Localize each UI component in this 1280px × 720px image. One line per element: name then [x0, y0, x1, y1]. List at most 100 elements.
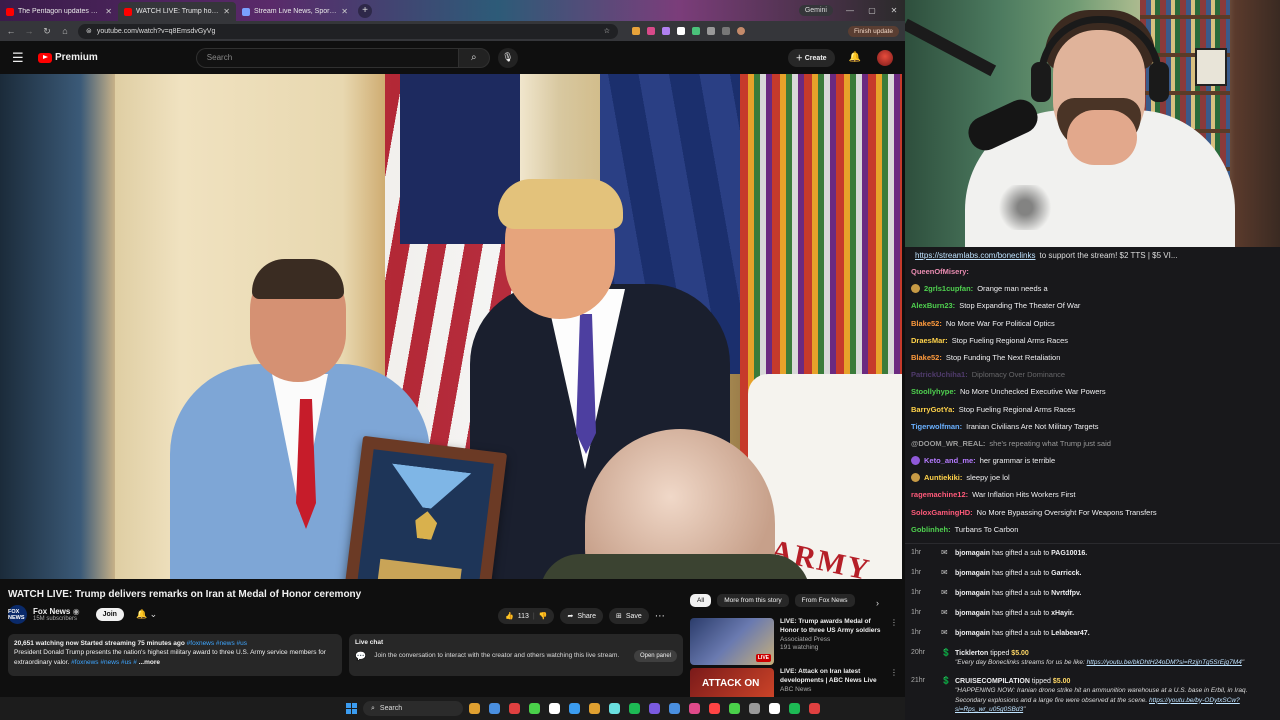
chat-username[interactable]: Blake52:	[911, 315, 942, 332]
taskbar-app-icon[interactable]	[609, 703, 620, 714]
chat-username[interactable]: SoloxGamingHD:	[911, 504, 973, 521]
notification-bell-icon[interactable]: 🔔 ⌄	[136, 609, 157, 620]
taskbar-app-icon[interactable]	[509, 703, 520, 714]
url-field[interactable]: ⊜ youtube.com/watch?v=q8EmsdvGyVg ☆	[78, 23, 618, 39]
event-user[interactable]: bjomagain	[955, 570, 990, 577]
taskbar-app-icon[interactable]	[589, 703, 600, 714]
taskbar-app-icon[interactable]	[469, 703, 480, 714]
chip-more-from-story[interactable]: More from this story	[717, 594, 789, 607]
back-icon[interactable]: ←	[6, 26, 16, 36]
taskbar-app-icon[interactable]	[569, 703, 580, 714]
voice-search-button[interactable]: 🎙	[497, 47, 518, 68]
taskbar-app-icon[interactable]	[669, 703, 680, 714]
recommendation-channel[interactable]: Associated Press	[780, 636, 884, 645]
chat-username[interactable]: @DOOM_WR_REAL:	[911, 435, 985, 452]
forward-icon[interactable]: →	[24, 26, 34, 36]
video-description[interactable]: 20,651 watching now Started streaming 75…	[8, 634, 342, 676]
extension-icon[interactable]	[692, 27, 700, 35]
more-options-icon[interactable]: ⋮	[890, 668, 898, 697]
tip-link[interactable]: https://youtu.be/bkDhtH24oDM?si=RzjjnTg5…	[1087, 659, 1242, 666]
sidepanel-icon[interactable]	[722, 27, 730, 35]
home-icon[interactable]: ⌂	[60, 26, 70, 36]
chat-username[interactable]: Goblinheh:	[911, 521, 951, 538]
recommendation-thumbnail[interactable]: ATTACK ON	[690, 668, 774, 697]
close-tab-icon[interactable]: ✕	[341, 7, 348, 16]
chat-username[interactable]: Tigerwolfman:	[911, 418, 962, 435]
taskbar-search[interactable]: ⌕ Search	[363, 701, 463, 716]
join-button[interactable]: Join	[95, 608, 124, 621]
event-user[interactable]: Ticklerton	[955, 650, 988, 657]
chat-username[interactable]: QueenOfMisery:	[911, 263, 969, 280]
browser-tab-3[interactable]: Stream Live News, Sports, ... ✕	[236, 2, 354, 21]
chat-username[interactable]: Blake52:	[911, 349, 942, 366]
extension-icon[interactable]	[677, 27, 685, 35]
chat-username[interactable]: 2grls1cupfan:	[924, 280, 973, 297]
more-actions-icon[interactable]: ⋯	[655, 611, 665, 622]
maximize-button[interactable]: ▢	[861, 6, 883, 15]
finish-update-button[interactable]: Finish update	[847, 25, 899, 37]
chat-username[interactable]: BarryGotYa:	[911, 401, 955, 418]
chat-username[interactable]: AlexBurn23:	[911, 297, 955, 314]
search-input[interactable]: Search	[195, 47, 458, 68]
taskbar-app-icon[interactable]	[529, 703, 540, 714]
chip-from-fox-news[interactable]: From Fox News	[794, 594, 855, 607]
recommendation-item[interactable]: ATTACK ON LIVE: Attack on Iran latest de…	[690, 668, 898, 697]
event-target[interactable]: PAG10016.	[1051, 550, 1087, 557]
close-tab-icon[interactable]: ✕	[105, 7, 112, 16]
recommendation-title[interactable]: LIVE: Trump awards Medal of Honor to thr…	[780, 618, 884, 636]
chat-username[interactable]: PatrickUchiha1:	[911, 366, 968, 383]
close-window-button[interactable]: ✕	[883, 6, 905, 15]
taskbar-app-icon[interactable]	[649, 703, 660, 714]
recommendation-channel[interactable]: ABC News	[780, 686, 884, 695]
channel-name[interactable]: Fox News ◉	[33, 607, 80, 616]
taskbar-app-icon[interactable]	[769, 703, 780, 714]
windows-start-icon[interactable]	[346, 703, 357, 714]
share-button[interactable]: ➦ Share	[560, 608, 603, 624]
close-tab-icon[interactable]: ✕	[223, 7, 230, 16]
taskbar-app-icon[interactable]	[689, 703, 700, 714]
gemini-button[interactable]: Gemini	[798, 5, 833, 16]
reload-icon[interactable]: ↻	[42, 26, 52, 37]
minimize-button[interactable]: —	[839, 6, 861, 15]
avatar[interactable]	[877, 49, 893, 66]
extension-icon[interactable]	[647, 27, 655, 35]
event-user[interactable]: bjomagain	[955, 610, 990, 617]
description-more-link[interactable]: ...more	[137, 659, 160, 666]
like-button[interactable]: 👍 113 | 👎	[498, 608, 555, 624]
taskbar-app-icon[interactable]	[749, 703, 760, 714]
event-target[interactable]: Lelabear47.	[1051, 630, 1090, 637]
create-button[interactable]: ＋ Create	[787, 48, 835, 67]
taskbar-app-icon[interactable]	[549, 703, 560, 714]
extension-icon[interactable]	[662, 27, 670, 35]
video-player[interactable]: ARMY FOX NEWS	[0, 74, 902, 579]
recommendation-title[interactable]: LIVE: Attack on Iran latest developments…	[780, 668, 884, 686]
chevron-right-icon[interactable]: ›	[876, 598, 879, 608]
event-user[interactable]: bjomagain	[955, 630, 990, 637]
puzzle-icon[interactable]	[707, 27, 715, 35]
event-user[interactable]: bjomagain	[955, 590, 990, 597]
recommendation-item[interactable]: LIVE LIVE: Trump awards Medal of Honor t…	[690, 618, 898, 665]
channel-avatar[interactable]: FOX NEWS	[8, 605, 27, 624]
search-button[interactable]: ⌕	[457, 47, 490, 68]
description-hashtags-2[interactable]: #foxnews #news #us #	[69, 659, 137, 666]
chat-username[interactable]: Keto_and_me:	[924, 452, 976, 469]
new-tab-button[interactable]: +	[358, 3, 372, 18]
extension-icon[interactable]	[632, 27, 640, 35]
browser-tab-2[interactable]: WATCH LIVE: Trump hosts M... ✕	[118, 2, 236, 21]
save-button[interactable]: ⊞ Save	[609, 608, 649, 624]
streamlabs-link[interactable]: https://streamlabs.com/boneclinks	[915, 251, 1036, 260]
taskbar-app-icon[interactable]	[629, 703, 640, 714]
chat-username[interactable]: Auntiekiki:	[924, 469, 962, 486]
notifications-bell-icon[interactable]: 🔔	[849, 52, 861, 63]
chat-username[interactable]: DraesMar:	[911, 332, 948, 349]
chat-username[interactable]: Stoollyhype:	[911, 383, 956, 400]
event-target[interactable]: xHayir.	[1051, 610, 1074, 617]
chip-all[interactable]: All	[690, 594, 712, 607]
description-hashtags[interactable]: #foxnews #news #us	[185, 640, 247, 647]
taskbar-app-icon[interactable]	[709, 703, 720, 714]
event-target[interactable]: Nvrtdfpv.	[1051, 590, 1081, 597]
recommendation-thumbnail[interactable]: LIVE	[690, 618, 774, 665]
bookmark-star-icon[interactable]: ☆	[604, 27, 610, 35]
taskbar-app-icon[interactable]	[489, 703, 500, 714]
event-user[interactable]: CRUISECOMPILATION	[955, 678, 1030, 685]
